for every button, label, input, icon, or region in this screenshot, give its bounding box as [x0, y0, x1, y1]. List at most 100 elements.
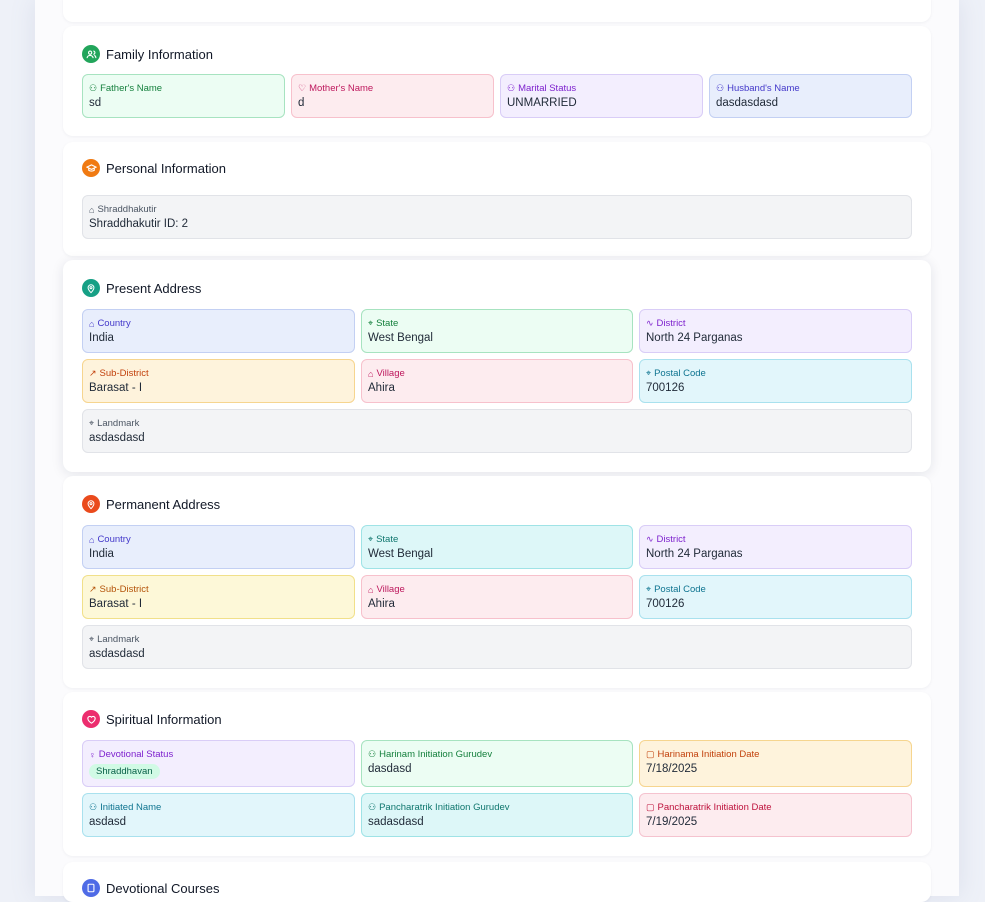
field-label: Husband's Name	[727, 83, 800, 94]
permanent-state-field: ⌖ State West Bengal	[361, 525, 633, 569]
map-pin-icon: ⌖	[368, 318, 374, 328]
field-value: Ahira	[368, 598, 395, 610]
present-state-field: ⌖ State West Bengal	[361, 309, 633, 353]
field-value: dasdasd	[368, 763, 412, 775]
home-icon: ⌂	[89, 534, 95, 545]
permanent-country-field: ⌂ Country India	[82, 525, 355, 569]
field-value: West Bengal	[368, 548, 433, 560]
heart-icon	[82, 710, 100, 728]
field-value: Barasat - I	[89, 598, 143, 610]
previous-section	[63, 0, 931, 22]
field-label: Harinama Initiation Date	[657, 749, 760, 760]
section-header: Devotional Courses	[82, 878, 219, 898]
field-label: Landmark	[97, 418, 140, 429]
field-label: Devotional Status	[98, 749, 174, 760]
home-icon: ⌂	[368, 584, 374, 595]
field-label: State	[376, 534, 399, 545]
spiritual-information-section: Spiritual Information ♀ Devotional Status…	[63, 692, 931, 856]
field-label: Harinam Initiation Gurudev	[379, 749, 493, 760]
present-landmark-field: ⌖ Landmark asdasdasd	[82, 409, 912, 453]
mothers-name-field: ♡ Mother's Name d	[291, 74, 494, 118]
field-label: Pancharatrik Initiation Gurudev	[379, 802, 510, 813]
personal-information-section: Personal Information ⌂ Shraddhakutir Shra…	[63, 142, 931, 256]
present-village-field: ⌂ Village Ahira	[361, 359, 633, 403]
permanent-landmark-field: ⌖ Landmark asdasdasd	[82, 625, 912, 669]
present-address-section: Present Address ⌂ Country India ⌖ State We…	[63, 260, 931, 472]
field-label: Country	[97, 318, 131, 329]
field-value: North 24 Parganas	[646, 548, 743, 560]
husbands-name-field: ⚇ Husband's Name dasdasdasd	[709, 74, 912, 118]
field-label: State	[376, 318, 399, 329]
field-label: Sub-District	[99, 584, 149, 595]
permanent-district-field: ∿ District North 24 Parganas	[639, 525, 912, 569]
user-icon: ⚇	[368, 749, 377, 759]
map-pin-icon: ⌖	[89, 418, 95, 428]
marital-status-field: ⚇ Marital Status UNMARRIED	[500, 74, 703, 118]
present-country-field: ⌂ Country India	[82, 309, 355, 353]
field-label: Pancharatrik Initiation Date	[657, 802, 772, 813]
harinam-gurudev-field: ⚇ Harinam Initiation Gurudev dasdasd	[361, 740, 633, 787]
harinama-date-field: ▢ Harinama Initiation Date 7/18/2025	[639, 740, 912, 787]
pancharatrik-gurudev-field: ⚇ Pancharatrik Initiation Gurudev sadasda…	[361, 793, 633, 837]
initiated-name-field: ⚇ Initiated Name asdasd	[82, 793, 355, 837]
field-value: UNMARRIED	[507, 97, 577, 109]
permanent-postal-code-field: ⌖ Postal Code 700126	[639, 575, 912, 619]
field-value: sadasdasd	[368, 816, 424, 828]
trending-up-icon: ↗	[89, 584, 97, 594]
pancharatrik-date-field: ▢ Pancharatrik Initiation Date 7/19/2025	[639, 793, 912, 837]
section-title: Permanent Address	[106, 496, 221, 512]
permanent-village-field: ⌂ Village Ahira	[361, 575, 633, 619]
field-value: asdasdasd	[89, 648, 145, 660]
devotional-status-field: ♀ Devotional Status Shraddhavan	[82, 740, 355, 787]
field-label: District	[656, 534, 686, 545]
section-header: Personal Information	[82, 158, 226, 178]
activity-icon: ∿	[646, 534, 654, 544]
field-value: d	[298, 97, 305, 109]
trending-up-icon: ↗	[89, 368, 97, 378]
section-title: Personal Information	[106, 160, 226, 176]
field-value: dasdasdasd	[716, 97, 779, 109]
field-label: District	[656, 318, 686, 329]
graduation-cap-icon	[82, 159, 100, 177]
users-icon	[82, 45, 100, 63]
user-icon: ⚇	[89, 802, 98, 812]
section-header: Family Information	[82, 44, 213, 64]
field-value: asdasd	[89, 816, 127, 828]
field-value: India	[89, 548, 114, 560]
users-icon: ⚇	[507, 83, 516, 93]
field-label: Village	[376, 368, 405, 379]
section-title: Devotional Courses	[106, 880, 220, 896]
family-information-section: Family Information ⚇ Father's Name sd ♡ Mo…	[63, 26, 931, 136]
field-label: Landmark	[97, 634, 140, 645]
map-pin-icon: ⌖	[646, 584, 652, 594]
home-icon: ⌂	[368, 368, 374, 379]
field-value: Barasat - I	[89, 382, 143, 394]
shraddhakutir-field: ⌂ Shraddhakutir Shraddhakutir ID: 2	[82, 195, 912, 239]
field-label: Sub-District	[99, 368, 149, 379]
heart-icon: ♡	[298, 83, 307, 93]
permanent-address-section: Permanent Address ⌂ Country India ⌖ State …	[63, 476, 931, 688]
section-header: Present Address	[82, 278, 201, 298]
map-pin-icon: ⌖	[368, 534, 374, 544]
field-label: Village	[376, 584, 405, 595]
section-title: Family Information	[106, 46, 213, 62]
present-postal-code-field: ⌖ Postal Code 700126	[639, 359, 912, 403]
field-value: Ahira	[368, 382, 395, 394]
present-sub-district-field: ↗ Sub-District Barasat - I	[82, 359, 355, 403]
section-title: Spiritual Information	[106, 711, 222, 727]
field-value: 700126	[646, 382, 685, 394]
permanent-sub-district-field: ↗ Sub-District Barasat - I	[82, 575, 355, 619]
user-icon: ⚇	[368, 802, 377, 812]
field-value: asdasdasd	[89, 432, 145, 444]
field-label: Shraddhakutir	[97, 204, 157, 215]
calendar-icon: ▢	[646, 802, 655, 812]
map-pin-icon	[82, 279, 100, 297]
field-label: Country	[97, 534, 131, 545]
home-icon: ⌂	[89, 318, 95, 329]
field-value: sd	[89, 97, 102, 109]
fathers-name-field: ⚇ Father's Name sd	[82, 74, 285, 118]
book-icon	[82, 879, 100, 897]
field-value: North 24 Parganas	[646, 332, 743, 344]
award-icon: ♀	[89, 749, 96, 760]
map-pin-icon: ⌖	[89, 634, 95, 644]
